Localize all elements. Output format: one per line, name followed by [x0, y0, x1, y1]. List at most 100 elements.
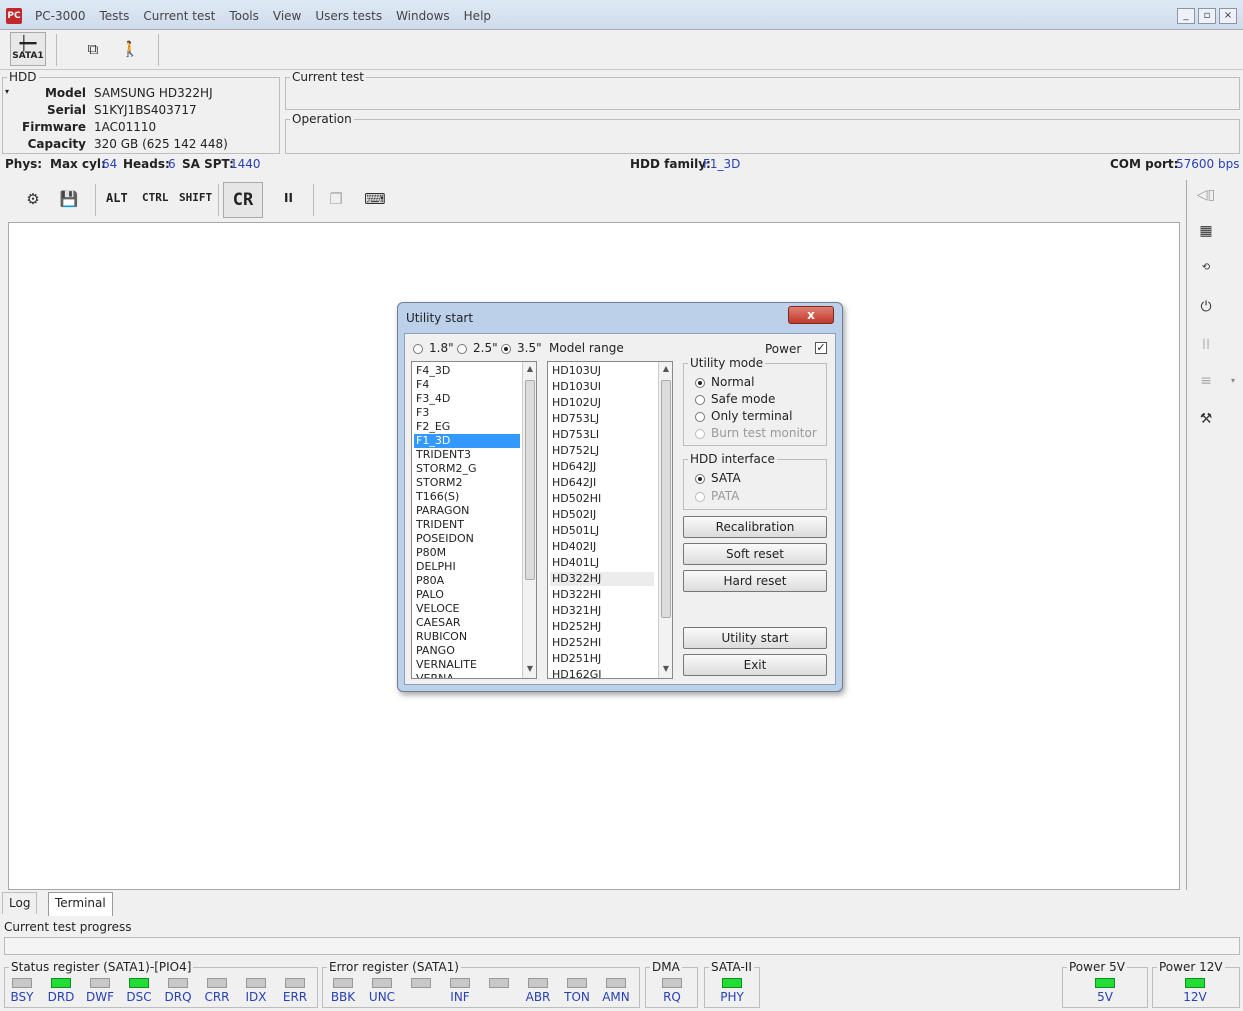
family-item[interactable]: STORM2: [416, 476, 536, 490]
family-item[interactable]: VERNALITE: [416, 658, 536, 672]
toolbar-divider: [218, 184, 219, 216]
family-item[interactable]: PALO: [416, 588, 536, 602]
cr-key-button[interactable]: CR: [223, 182, 263, 218]
model-item[interactable]: HD502HI: [552, 492, 672, 506]
model-item[interactable]: HD252HI: [552, 636, 672, 650]
hard-reset-button[interactable]: Hard reset: [683, 570, 827, 592]
equalizer-icon[interactable]: ≡: [1191, 368, 1221, 394]
family-item[interactable]: TRIDENT: [416, 518, 536, 532]
exit-door-icon[interactable]: 🚶: [117, 36, 143, 62]
model-item[interactable]: HD752LJ: [552, 444, 672, 458]
windows-cascade-icon[interactable]: ⧉: [80, 36, 106, 62]
family-item[interactable]: P80M: [416, 546, 536, 560]
family-item[interactable]: RUBICON: [416, 630, 536, 644]
family-item[interactable]: STORM2_G: [416, 462, 536, 476]
family-item[interactable]: POSEIDON: [416, 532, 536, 546]
menu-help[interactable]: Help: [457, 6, 498, 26]
model-item[interactable]: HD753LI: [552, 428, 672, 442]
family-item[interactable]: P80A: [416, 574, 536, 588]
menu-users-tests[interactable]: Users tests: [308, 6, 389, 26]
tools-wrench-icon[interactable]: ⚒: [1191, 406, 1221, 432]
operation-group: Operation: [285, 112, 1240, 154]
family-item[interactable]: DELPHI: [416, 560, 536, 574]
toolbar-divider: [56, 34, 57, 66]
family-item[interactable]: F4: [416, 378, 536, 392]
family-item[interactable]: F4_3D: [416, 364, 536, 378]
status-led: [90, 978, 110, 988]
error-led-label: INF: [450, 990, 470, 1004]
alt-key-button[interactable]: ALT: [106, 191, 128, 205]
family-item[interactable]: F3: [416, 406, 536, 420]
reset-icon[interactable]: ⟲: [1191, 254, 1221, 280]
tab-terminal[interactable]: Terminal: [48, 892, 113, 916]
menu-tests[interactable]: Tests: [92, 6, 136, 26]
sata-port-button[interactable]: ┿━ SATA1: [10, 32, 46, 66]
family-item[interactable]: TRIDENT3: [416, 448, 536, 462]
save-disk-icon[interactable]: 💾: [56, 186, 82, 212]
more-chevron-icon[interactable]: ▾: [1231, 376, 1235, 385]
utility-mode-radio[interactable]: [695, 378, 705, 388]
model-item[interactable]: HD251HJ: [552, 652, 672, 666]
utility-mode-radio[interactable]: [695, 395, 705, 405]
model-item[interactable]: HD502IJ: [552, 508, 672, 522]
model-item[interactable]: HD322HJ: [550, 572, 654, 586]
error-led: [567, 978, 587, 988]
close-window-button[interactable]: ×: [1219, 8, 1237, 24]
family-item[interactable]: F2_EG: [416, 420, 536, 434]
open-settings-icon[interactable]: ⚙: [20, 186, 46, 212]
ff-18-radio[interactable]: [413, 344, 423, 354]
model-item[interactable]: HD103UJ: [552, 364, 672, 378]
copy-icon[interactable]: ❐: [323, 186, 349, 212]
family-item[interactable]: CAESAR: [416, 616, 536, 630]
firmware-label: Firmware: [22, 120, 86, 134]
tab-log[interactable]: Log: [2, 892, 38, 914]
utility-mode-radio[interactable]: [695, 412, 705, 422]
model-item[interactable]: HD402IJ: [552, 540, 672, 554]
power5-label: Power 5V: [1069, 960, 1125, 974]
minimize-button[interactable]: _: [1177, 8, 1195, 24]
soft-reset-button[interactable]: Soft reset: [683, 543, 827, 565]
model-item[interactable]: HD401LJ: [552, 556, 672, 570]
model-item[interactable]: HD322HI: [552, 588, 672, 602]
model-item[interactable]: HD642JJ: [552, 460, 672, 474]
keyboard-icon[interactable]: ⌨: [362, 186, 388, 212]
family-item[interactable]: F3_4D: [416, 392, 536, 406]
model-item[interactable]: HD102UJ: [552, 396, 672, 410]
model-list[interactable]: ▲ ▼ HD103UJ HD103UI HD102UJ HD753LJ HD753LI H…: [547, 361, 673, 679]
family-item[interactable]: PANGO: [416, 644, 536, 658]
restore-button[interactable]: ▫: [1198, 8, 1216, 24]
power-checkbox[interactable]: ✓: [815, 342, 827, 354]
exit-button[interactable]: Exit: [683, 654, 827, 676]
pause-button[interactable]: II: [284, 191, 293, 205]
family-list[interactable]: ▲ ▼ F4_3D F4 F3_4D F3 F2_EG F1_3D TRIDENT3 STOR…: [411, 361, 537, 679]
ff-25-radio[interactable]: [457, 344, 467, 354]
model-item[interactable]: HD501LJ: [552, 524, 672, 538]
family-item[interactable]: PARAGON: [416, 504, 536, 518]
family-item[interactable]: T166(S): [416, 490, 536, 504]
family-item[interactable]: VERNA: [416, 672, 536, 678]
board-chip-icon[interactable]: ▦: [1191, 218, 1221, 244]
ctrl-key-button[interactable]: CTRL: [142, 191, 169, 204]
family-item[interactable]: F1_3D: [414, 434, 520, 448]
menu-tools[interactable]: Tools: [222, 6, 266, 26]
model-item[interactable]: HD162GJ: [552, 668, 672, 678]
model-item[interactable]: HD321HJ: [552, 604, 672, 618]
model-range-label: Model range: [549, 341, 624, 355]
power-switch-icon[interactable]: ⏻: [1191, 294, 1221, 320]
shift-key-button[interactable]: SHIFT: [179, 191, 212, 204]
sound-icon[interactable]: ◁▯: [1191, 182, 1221, 208]
model-item[interactable]: HD103UI: [552, 380, 672, 394]
model-item[interactable]: HD642JI: [552, 476, 672, 490]
hdd-interface-radio[interactable]: [695, 474, 705, 484]
menu-view[interactable]: View: [266, 6, 308, 26]
menu-current-test[interactable]: Current test: [136, 6, 222, 26]
recalibration-button[interactable]: Recalibration: [683, 516, 827, 538]
dialog-close-button[interactable]: x: [788, 306, 834, 324]
hdd-dropdown-icon[interactable]: ▾: [5, 87, 9, 96]
menu-windows[interactable]: Windows: [389, 6, 457, 26]
family-item[interactable]: VELOCE: [416, 602, 536, 616]
ff-35-radio[interactable]: [501, 344, 511, 354]
utility-start-button[interactable]: Utility start: [683, 627, 827, 649]
model-item[interactable]: HD252HJ: [552, 620, 672, 634]
model-item[interactable]: HD753LJ: [552, 412, 672, 426]
